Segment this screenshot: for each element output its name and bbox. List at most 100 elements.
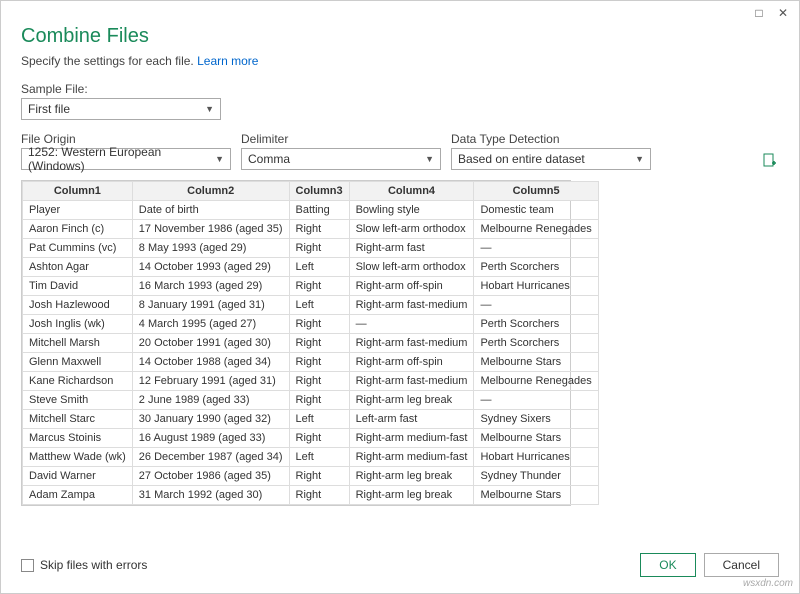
table-row: Mitchell Starc30 January 1990 (aged 32)L… bbox=[23, 410, 599, 429]
table-cell: Right-arm medium-fast bbox=[349, 448, 474, 467]
table-cell: Right bbox=[289, 239, 349, 258]
column-header[interactable]: Column5 bbox=[474, 182, 598, 201]
sample-file-label: Sample File: bbox=[21, 82, 779, 96]
table-cell: 16 August 1989 (aged 33) bbox=[132, 429, 289, 448]
table-cell: Kane Richardson bbox=[23, 372, 133, 391]
table-row: Kane Richardson12 February 1991 (aged 31… bbox=[23, 372, 599, 391]
table-cell: — bbox=[474, 239, 598, 258]
column-header[interactable]: Column2 bbox=[132, 182, 289, 201]
chevron-down-icon: ▼ bbox=[425, 154, 434, 164]
cancel-button[interactable]: Cancel bbox=[704, 553, 779, 577]
table-cell: Right-arm leg break bbox=[349, 391, 474, 410]
table-cell: Right-arm fast-medium bbox=[349, 372, 474, 391]
data-type-label: Data Type Detection bbox=[451, 132, 651, 146]
table-cell: Matthew Wade (wk) bbox=[23, 448, 133, 467]
table-row: David Warner27 October 1986 (aged 35)Rig… bbox=[23, 467, 599, 486]
table-row: Aaron Finch (c)17 November 1986 (aged 35… bbox=[23, 220, 599, 239]
data-type-value: Based on entire dataset bbox=[458, 152, 585, 166]
table-row: PlayerDate of birthBattingBowling styleD… bbox=[23, 201, 599, 220]
table-cell: Ashton Agar bbox=[23, 258, 133, 277]
table-row: Matthew Wade (wk)26 December 1987 (aged … bbox=[23, 448, 599, 467]
table-row: Marcus Stoinis16 August 1989 (aged 33)Ri… bbox=[23, 429, 599, 448]
table-cell: Bowling style bbox=[349, 201, 474, 220]
column-header[interactable]: Column3 bbox=[289, 182, 349, 201]
column-header[interactable]: Column4 bbox=[349, 182, 474, 201]
table-cell: Batting bbox=[289, 201, 349, 220]
table-cell: Right-arm leg break bbox=[349, 486, 474, 505]
watermark: wsxdn.com bbox=[743, 578, 793, 589]
table-cell: 16 March 1993 (aged 29) bbox=[132, 277, 289, 296]
table-cell: Tim David bbox=[23, 277, 133, 296]
table-cell: 8 May 1993 (aged 29) bbox=[132, 239, 289, 258]
table-cell: Domestic team bbox=[474, 201, 598, 220]
table-cell: Perth Scorchers bbox=[474, 315, 598, 334]
table-row: Pat Cummins (vc)8 May 1993 (aged 29)Righ… bbox=[23, 239, 599, 258]
table-cell: Mitchell Starc bbox=[23, 410, 133, 429]
table-cell: Melbourne Stars bbox=[474, 353, 598, 372]
ok-button[interactable]: OK bbox=[640, 553, 695, 577]
table-row: Mitchell Marsh20 October 1991 (aged 30)R… bbox=[23, 334, 599, 353]
delimiter-label: Delimiter bbox=[241, 132, 441, 146]
table-cell: Sydney Sixers bbox=[474, 410, 598, 429]
table-cell: Right bbox=[289, 220, 349, 239]
table-cell: Right-arm off-spin bbox=[349, 353, 474, 372]
table-cell: David Warner bbox=[23, 467, 133, 486]
table-cell: Hobart Hurricanes bbox=[474, 448, 598, 467]
table-cell: Right bbox=[289, 391, 349, 410]
subtitle-text: Specify the settings for each file. bbox=[21, 54, 197, 68]
table-cell: Left bbox=[289, 296, 349, 315]
table-cell: 31 March 1992 (aged 30) bbox=[132, 486, 289, 505]
table-cell: 17 November 1986 (aged 35) bbox=[132, 220, 289, 239]
table-cell: Melbourne Stars bbox=[474, 486, 598, 505]
table-cell: Mitchell Marsh bbox=[23, 334, 133, 353]
table-cell: 4 March 1995 (aged 27) bbox=[132, 315, 289, 334]
table-cell: Aaron Finch (c) bbox=[23, 220, 133, 239]
table-cell: Right bbox=[289, 315, 349, 334]
data-type-dropdown[interactable]: Based on entire dataset ▼ bbox=[451, 148, 651, 170]
table-cell: 2 June 1989 (aged 33) bbox=[132, 391, 289, 410]
column-header[interactable]: Column1 bbox=[23, 182, 133, 201]
table-cell: Pat Cummins (vc) bbox=[23, 239, 133, 258]
table-cell: 20 October 1991 (aged 30) bbox=[132, 334, 289, 353]
table-cell: Left bbox=[289, 258, 349, 277]
delimiter-dropdown[interactable]: Comma ▼ bbox=[241, 148, 441, 170]
table-cell: Right bbox=[289, 277, 349, 296]
table-cell: Perth Scorchers bbox=[474, 334, 598, 353]
table-cell: Slow left-arm orthodox bbox=[349, 258, 474, 277]
chevron-down-icon: ▼ bbox=[205, 104, 214, 114]
table-row: Ashton Agar14 October 1993 (aged 29)Left… bbox=[23, 258, 599, 277]
table-cell: Right-arm fast-medium bbox=[349, 334, 474, 353]
chevron-down-icon: ▼ bbox=[635, 154, 644, 164]
table-cell: Right-arm fast-medium bbox=[349, 296, 474, 315]
table-row: Steve Smith2 June 1989 (aged 33)RightRig… bbox=[23, 391, 599, 410]
preview-table: Column1Column2Column3Column4Column5 Play… bbox=[21, 180, 571, 506]
close-button[interactable]: ✕ bbox=[771, 3, 795, 23]
table-cell: Melbourne Renegades bbox=[474, 372, 598, 391]
table-cell: Right bbox=[289, 372, 349, 391]
file-origin-dropdown[interactable]: 1252: Western European (Windows) ▼ bbox=[21, 148, 231, 170]
table-cell: Sydney Thunder bbox=[474, 467, 598, 486]
table-cell: Date of birth bbox=[132, 201, 289, 220]
table-cell: Right bbox=[289, 334, 349, 353]
chevron-down-icon: ▼ bbox=[215, 154, 224, 164]
table-cell: — bbox=[349, 315, 474, 334]
table-row: Adam Zampa31 March 1992 (aged 30)RightRi… bbox=[23, 486, 599, 505]
table-row: Josh Hazlewood8 January 1991 (aged 31)Le… bbox=[23, 296, 599, 315]
table-cell: Perth Scorchers bbox=[474, 258, 598, 277]
sample-file-value: First file bbox=[28, 102, 70, 116]
table-cell: 12 February 1991 (aged 31) bbox=[132, 372, 289, 391]
table-cell: Steve Smith bbox=[23, 391, 133, 410]
table-cell: Right-arm off-spin bbox=[349, 277, 474, 296]
skip-errors-checkbox[interactable] bbox=[21, 559, 34, 572]
table-cell: Right bbox=[289, 467, 349, 486]
table-cell: Hobart Hurricanes bbox=[474, 277, 598, 296]
table-cell: 27 October 1986 (aged 35) bbox=[132, 467, 289, 486]
delimiter-value: Comma bbox=[248, 152, 290, 166]
table-cell: Melbourne Stars bbox=[474, 429, 598, 448]
titlebar: □ ✕ bbox=[1, 1, 799, 25]
insert-step-icon[interactable] bbox=[761, 152, 779, 170]
table-cell: Marcus Stoinis bbox=[23, 429, 133, 448]
maximize-button[interactable]: □ bbox=[747, 3, 771, 23]
sample-file-dropdown[interactable]: First file ▼ bbox=[21, 98, 221, 120]
learn-more-link[interactable]: Learn more bbox=[197, 54, 258, 68]
